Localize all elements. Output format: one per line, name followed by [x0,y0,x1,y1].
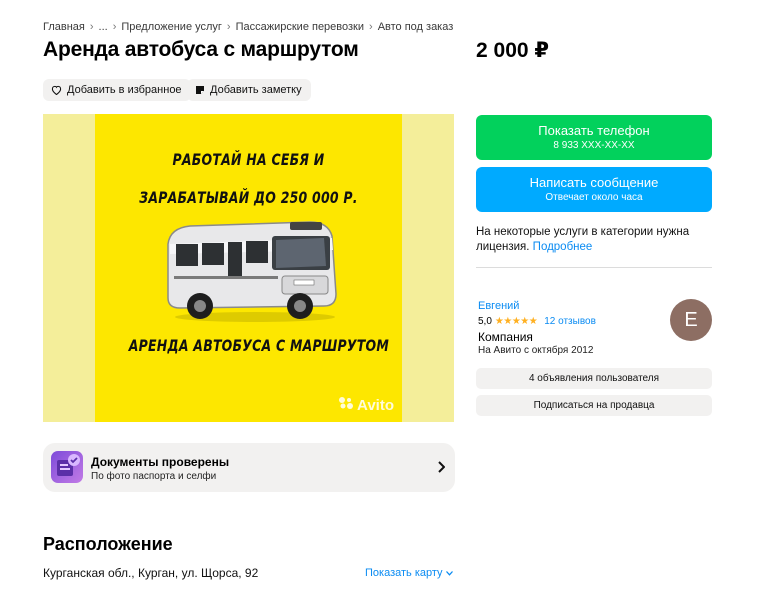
seller-name[interactable]: Евгений [478,300,519,312]
divider [476,267,712,268]
chevron-right-icon [437,460,446,478]
documents-verified-card[interactable]: Документы проверены По фото паспорта и с… [43,443,455,492]
avatar[interactable]: E [670,299,712,341]
response-time: Отвечает около часа [545,192,643,203]
rating-value: 5,0 [478,316,492,327]
address: Курганская обл., Курган, ул. Щорса, 92 [43,566,259,580]
seller-listings-button[interactable]: 4 объявления пользователя [476,368,712,389]
show-map-label: Показать карту [365,567,443,579]
poster-line-2: ЗАРАБАТЫВАЙ ДО 250 000 Р. [139,188,358,207]
seller-type: Компания [478,330,533,344]
show-phone-label: Показать телефон [538,123,650,138]
breadcrumb-separator-icon: › [369,21,373,33]
documents-verified-title: Документы проверены [91,455,230,469]
poster-line-1: РАБОТАЙ НА СЕБЯ И [172,150,325,169]
breadcrumb-item-home[interactable]: Главная [43,21,85,33]
documents-check-icon [51,451,83,483]
add-note-button[interactable]: Добавить заметку [187,79,311,101]
reviews-link[interactable]: 12 отзывов [544,316,596,327]
documents-verified-subtitle: По фото паспорта и селфи [91,471,217,482]
breadcrumb-separator-icon: › [89,21,94,33]
avito-logo-icon [338,396,354,414]
breadcrumb-separator-icon: › [226,21,231,33]
location-heading: Расположение [43,534,173,554]
add-note-label: Добавить заметку [210,84,302,96]
avito-watermark: Avito [338,396,394,414]
note-icon [195,85,205,95]
breadcrumb-item-auto[interactable]: Авто под заказ [378,21,454,33]
add-to-favorites-label: Добавить в избранное [67,84,182,96]
show-map-link[interactable]: Показать карту [365,567,453,579]
listing-photo[interactable]: РАБОТАЙ НА СЕБЯ И ЗАРАБАТЫВАЙ ДО 250 000… [43,114,454,422]
rating-stars-icon: ★★★★★ [494,316,538,327]
add-to-favorites-button[interactable]: Добавить в избранное [43,79,191,101]
page-title: Аренда автобуса с маршрутом [43,38,359,61]
license-notice: На некоторые услуги в категории нужна ли… [476,225,712,255]
breadcrumb-item-passenger[interactable]: Пассажирские перевозки [236,21,364,33]
price: 2 000 ₽ [476,39,549,62]
breadcrumb-item-services[interactable]: Предложение услуг [121,21,222,33]
write-message-label: Написать сообщение [529,175,659,190]
bus-image [167,221,337,322]
license-more-link[interactable]: Подробнее [533,241,593,253]
breadcrumb-item-ellipsis[interactable]: ... [99,21,108,33]
chevron-down-icon [445,567,453,579]
ad-poster: РАБОТАЙ НА СЕБЯ И ЗАРАБАТЫВАЙ ДО 250 000… [95,114,402,422]
breadcrumb: Главная › ... › Предложение услуг › Пасс… [43,21,453,33]
seller-rating: 5,0 ★★★★★ 12 отзывов [478,316,596,327]
poster-line-3: АРЕНДА АВТОБУСА С МАРШРУТОМ [128,336,390,355]
write-message-button[interactable]: Написать сообщение Отвечает около часа [476,167,712,212]
subscribe-seller-button[interactable]: Подписаться на продавца [476,395,712,416]
breadcrumb-separator-icon: › [112,21,117,33]
show-phone-button[interactable]: Показать телефон 8 933 XXX-XX-XX [476,115,712,160]
heart-icon [51,85,62,95]
avito-watermark-text: Avito [357,396,394,414]
seller-since: На Авито с октября 2012 [478,345,594,356]
phone-masked: 8 933 XXX-XX-XX [553,140,635,151]
